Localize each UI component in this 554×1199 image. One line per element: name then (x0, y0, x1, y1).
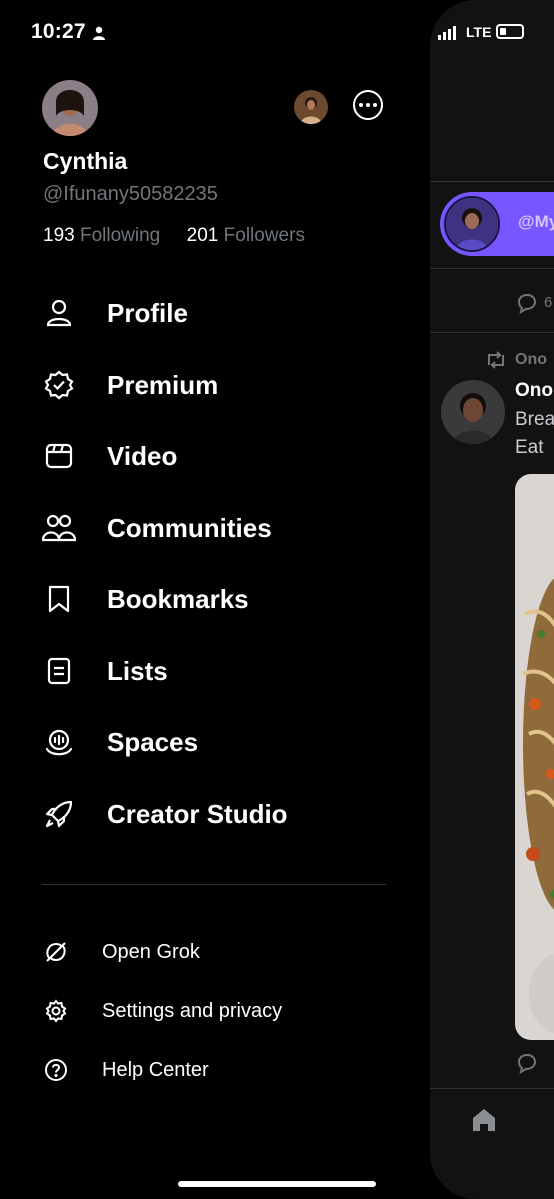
dot-icon (366, 103, 370, 107)
menu-item-creator-studio[interactable]: Creator Studio (42, 789, 402, 839)
battery-icon (496, 24, 524, 39)
grok-icon (42, 938, 70, 966)
rocket-icon (42, 797, 76, 831)
follow-stats: 193 Following 201 Followers (43, 225, 305, 247)
post-author-avatar[interactable] (441, 380, 505, 444)
menu-item-spaces[interactable]: Spaces (42, 717, 402, 767)
switch-account-avatar[interactable] (294, 90, 328, 124)
menu-label: Help Center (102, 1058, 209, 1081)
gear-icon (42, 997, 70, 1025)
list-icon (42, 654, 76, 688)
menu-item-settings[interactable]: Settings and privacy (42, 991, 382, 1031)
profile-name[interactable]: Cynthia (43, 148, 127, 175)
post-text: Brea (515, 409, 554, 430)
menu-item-lists[interactable]: Lists (42, 646, 402, 696)
menu-item-video[interactable]: Video (42, 431, 402, 481)
menu-item-help-center[interactable]: Help Center (42, 1050, 382, 1090)
feed-divider (430, 181, 554, 182)
menu-label: Profile (107, 297, 188, 328)
space-host-avatar[interactable] (444, 196, 500, 252)
status-time: 10:27 (31, 20, 86, 43)
following-label: Following (79, 225, 161, 246)
home-indicator[interactable] (178, 1181, 376, 1187)
menu-label: Settings and privacy (102, 999, 283, 1022)
followers-label: Followers (223, 225, 305, 246)
menu-label: Lists (107, 655, 168, 686)
spaces-icon (42, 725, 76, 759)
network-label: LTE (466, 24, 492, 40)
menu-label: Spaces (107, 726, 199, 757)
feed-divider (430, 268, 554, 269)
verified-badge-icon (42, 368, 76, 402)
help-icon (42, 1056, 70, 1084)
profile-handle: @Ifunany50582235 (43, 183, 218, 205)
menu-label: Video (107, 440, 178, 471)
signal-icon (438, 26, 456, 40)
menu-item-open-grok[interactable]: Open Grok (42, 932, 382, 972)
menu-label: Bookmarks (107, 583, 249, 614)
followers-link[interactable]: 201 Followers (187, 225, 305, 246)
post-text: Eat (515, 437, 544, 458)
bookmark-icon (42, 582, 76, 616)
menu-item-bookmarks[interactable]: Bookmarks (42, 574, 402, 624)
menu-item-premium[interactable]: Premium (42, 360, 402, 410)
reply-icon[interactable] (516, 1052, 538, 1074)
following-count: 193 (43, 225, 75, 246)
person-status-icon (93, 26, 105, 40)
post-image[interactable] (515, 474, 554, 1040)
dot-icon (373, 103, 377, 107)
menu-label: Premium (107, 369, 219, 400)
menu-item-profile[interactable]: Profile (42, 288, 402, 338)
menu-divider (42, 884, 386, 885)
profile-avatar[interactable] (42, 80, 98, 136)
dot-icon (359, 103, 363, 107)
retweet-icon (488, 351, 504, 369)
communities-icon (42, 511, 76, 545)
post-author-name[interactable]: Ono (515, 380, 553, 402)
reply-count: 6 (544, 294, 553, 311)
menu-item-communities[interactable]: Communities (42, 503, 402, 553)
menu-label: Creator Studio (107, 798, 288, 829)
reply-icon[interactable] (516, 292, 538, 314)
followers-count: 201 (186, 225, 219, 246)
space-host-handle: @My (518, 212, 554, 231)
feed-divider (430, 332, 554, 333)
home-icon[interactable] (470, 1106, 498, 1134)
tab-bar-divider (430, 1088, 554, 1089)
menu-label: Open Grok (102, 940, 200, 963)
person-icon (42, 296, 76, 330)
video-icon (42, 439, 76, 473)
retweeted-by: Ono (515, 351, 547, 368)
menu-label: Communities (107, 512, 272, 543)
more-options-button[interactable] (353, 90, 383, 120)
following-link[interactable]: 193 Following (43, 225, 160, 246)
